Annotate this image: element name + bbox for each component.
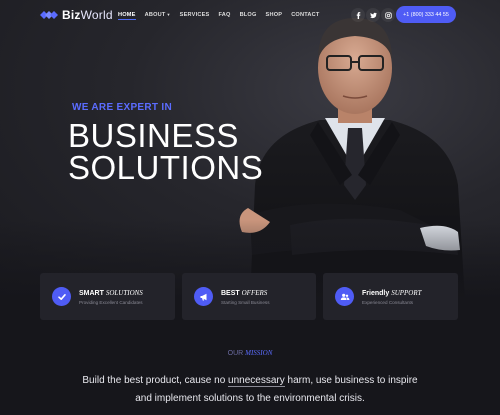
card-title: SMART SOLUTIONS: [79, 288, 143, 297]
mission-label: OUR MISSION: [227, 349, 273, 357]
logo-icon: [40, 11, 58, 19]
instagram-button[interactable]: [381, 8, 395, 22]
hero-headline: BUSINESS SOLUTIONS: [68, 117, 264, 186]
hero-tagline: WE ARE EXPERT IN: [72, 102, 172, 113]
facebook-icon: [356, 11, 360, 19]
nav-services[interactable]: SERVICES: [180, 12, 210, 20]
card-subtitle: Providing Excellent Candidates: [79, 299, 143, 305]
chevron-down-icon: ▼: [166, 12, 171, 17]
nav-about[interactable]: ABOUT▼: [145, 12, 171, 20]
card-subtitle: Starting Small Business: [221, 299, 270, 305]
logo-text: BizWorld: [62, 8, 113, 22]
card-title: BEST OFFERS: [221, 288, 268, 297]
mission-text: Build the best product, cause no unneces…: [82, 375, 418, 404]
users-icon: [335, 287, 354, 306]
instagram-icon: [384, 11, 392, 19]
facebook-button[interactable]: [351, 8, 365, 22]
nav-contact[interactable]: CONTACT: [291, 12, 319, 20]
nav-faq[interactable]: FAQ: [218, 12, 230, 20]
phone-button[interactable]: +1 (800) 333 44 55: [396, 6, 456, 23]
feature-card-best-offers[interactable]: BEST OFFERS Starting Small Business: [182, 273, 316, 320]
card-title: Friendly SUPPORT: [362, 288, 422, 297]
nav-shop[interactable]: SHOP: [266, 12, 283, 20]
logo[interactable]: BizWorld: [40, 8, 113, 22]
twitter-button[interactable]: [366, 8, 380, 22]
megaphone-icon: [194, 287, 213, 306]
nav-blog[interactable]: BLOG: [240, 12, 257, 20]
feature-card-friendly-support[interactable]: Friendly SUPPORT Experienced Consultants: [323, 273, 458, 320]
twitter-icon: [369, 12, 377, 18]
nav-home[interactable]: HOME: [118, 12, 136, 20]
card-subtitle: Experienced Consultants: [362, 299, 414, 305]
check-icon: [52, 287, 71, 306]
main-nav: HOME ABOUT▼ SERVICES FAQ BLOG SHOP CONTA…: [118, 12, 320, 20]
feature-card-smart-solutions[interactable]: SMART SOLUTIONS Providing Excellent Cand…: [40, 273, 175, 320]
